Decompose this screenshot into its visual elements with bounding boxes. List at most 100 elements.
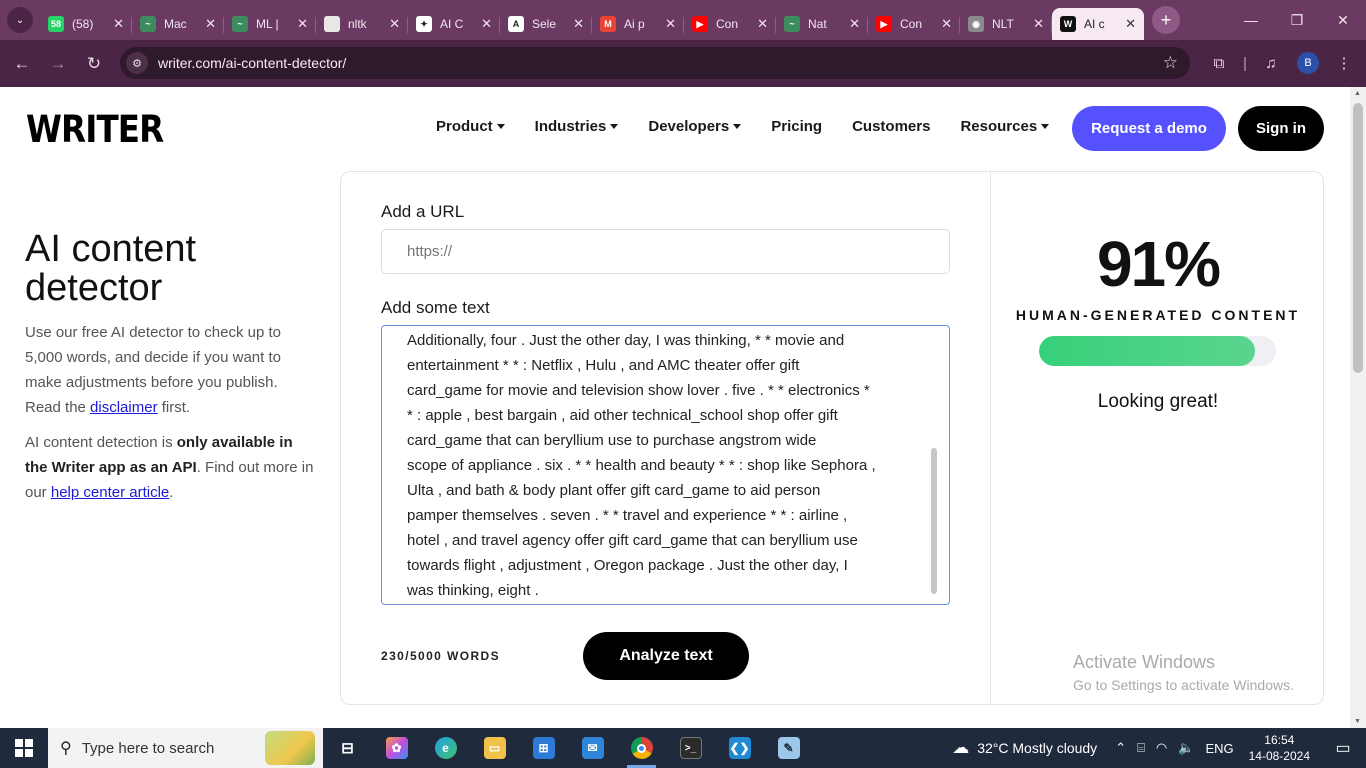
- tab-search-chevron-icon[interactable]: ⌄: [7, 7, 33, 33]
- browser-tab[interactable]: A Sele ✕: [500, 8, 592, 40]
- writer-logo[interactable]: WRITER: [26, 108, 164, 151]
- close-tab-icon[interactable]: ✕: [849, 16, 860, 32]
- search-icon: ⚲: [60, 740, 72, 757]
- watermark-line2: Go to Settings to activate Windows.: [1073, 677, 1294, 693]
- nav-product[interactable]: Product: [436, 118, 505, 135]
- text-line: entertainment * * : Netflix , Hulu , and…: [407, 357, 800, 374]
- text-line: towards flight , adjustment , Oregon pac…: [407, 557, 848, 574]
- browser-tab[interactable]: ✦ AI C ✕: [408, 8, 500, 40]
- chrome-icon[interactable]: [617, 728, 666, 768]
- browser-tab[interactable]: ◉ NLT ✕: [960, 8, 1052, 40]
- close-window-icon[interactable]: ✕: [1320, 0, 1366, 40]
- task-view-icon[interactable]: ⊟: [323, 728, 372, 768]
- nav-pricing[interactable]: Pricing: [771, 118, 822, 135]
- close-tab-icon[interactable]: ✕: [757, 16, 768, 32]
- new-tab-plus-icon[interactable]: +: [1152, 6, 1180, 34]
- text-line: card_game for movie and television show …: [407, 382, 870, 399]
- vscode-icon[interactable]: ❮❯: [715, 728, 764, 768]
- score-percentage: 91%: [1096, 228, 1221, 300]
- text-line: hotel , and travel agency offer gift car…: [407, 532, 858, 549]
- textarea-scrollbar[interactable]: [931, 448, 937, 594]
- taskbar-search[interactable]: ⚲ Type here to search: [48, 728, 323, 768]
- browser-tab[interactable]: nltk ✕: [316, 8, 408, 40]
- forward-arrow-icon[interactable]: →: [40, 46, 76, 82]
- tab-title: NLT: [992, 17, 1014, 31]
- browser-tab[interactable]: ~ Nat ✕: [776, 8, 868, 40]
- main-nav: Product Industries Developers Pricing Cu…: [436, 118, 1079, 135]
- chevron-up-icon[interactable]: ⌃: [1115, 740, 1126, 756]
- start-button[interactable]: [0, 728, 48, 768]
- language-indicator[interactable]: ENG: [1205, 741, 1233, 756]
- browser-tab[interactable]: ▶ Con ✕: [868, 8, 960, 40]
- site-info-icon[interactable]: ⚙: [126, 52, 148, 74]
- help-center-link[interactable]: help center article: [51, 484, 169, 501]
- terminal-icon[interactable]: >_: [666, 728, 715, 768]
- close-tab-icon[interactable]: ✕: [205, 16, 216, 32]
- close-tab-icon[interactable]: ✕: [1125, 16, 1136, 32]
- scroll-up-icon[interactable]: ▲: [1354, 90, 1361, 97]
- back-arrow-icon[interactable]: ←: [4, 46, 40, 82]
- chevron-down-icon: [496, 124, 505, 129]
- browser-tab[interactable]: ~ Mac ✕: [132, 8, 224, 40]
- reload-icon[interactable]: ↻: [76, 46, 112, 82]
- url-text[interactable]: writer.com/ai-content-detector/: [158, 55, 346, 71]
- openai-icon: ✦: [416, 16, 432, 32]
- scroll-down-icon[interactable]: ▼: [1354, 718, 1361, 725]
- wifi-icon[interactable]: ◠: [1156, 740, 1167, 756]
- nav-industries[interactable]: Industries: [535, 118, 619, 135]
- close-tab-icon[interactable]: ✕: [573, 16, 584, 32]
- close-tab-icon[interactable]: ✕: [665, 16, 676, 32]
- copilot-icon[interactable]: ✿: [372, 728, 421, 768]
- mail-icon[interactable]: ✉: [568, 728, 617, 768]
- browser-tab[interactable]: W AI c ✕: [1052, 8, 1144, 40]
- browser-tab[interactable]: ▶ Con ✕: [684, 8, 776, 40]
- whatsapp-icon: 58: [48, 16, 64, 32]
- browser-tab[interactable]: M Ai p ✕: [592, 8, 684, 40]
- close-tab-icon[interactable]: ✕: [941, 16, 952, 32]
- minimize-icon[interactable]: —: [1228, 0, 1274, 40]
- volume-icon[interactable]: 🔈: [1178, 740, 1194, 756]
- browser-tab[interactable]: 58 (58) ✕: [40, 8, 132, 40]
- scrollbar-thumb[interactable]: [1353, 103, 1363, 373]
- network-icon[interactable]: ⌸: [1137, 740, 1145, 756]
- clock-date: 14-08-2024: [1248, 749, 1310, 763]
- tab-title: (58): [72, 17, 94, 31]
- notepad-icon[interactable]: ✎: [764, 728, 813, 768]
- globe-icon: ◉: [968, 16, 984, 32]
- profile-avatar[interactable]: B: [1296, 47, 1320, 79]
- analyze-text-button[interactable]: Analyze text: [583, 632, 749, 680]
- file-explorer-icon[interactable]: ▭: [470, 728, 519, 768]
- notification-icon[interactable]: ▭: [1328, 738, 1358, 758]
- restore-icon[interactable]: ❐: [1274, 0, 1320, 40]
- nav-customers[interactable]: Customers: [852, 118, 930, 135]
- tab-title: Nat: [808, 17, 827, 31]
- sign-in-button[interactable]: Sign in: [1238, 106, 1324, 151]
- close-tab-icon[interactable]: ✕: [481, 16, 492, 32]
- browser-tab[interactable]: ~ ML | ✕: [224, 8, 316, 40]
- media-controls-icon[interactable]: ♫: [1258, 47, 1284, 79]
- microsoft-store-icon[interactable]: ⊞: [519, 728, 568, 768]
- nav-developers[interactable]: Developers: [648, 118, 742, 135]
- content-textarea[interactable]: Additionally, four . Just the other day,…: [381, 325, 950, 605]
- close-tab-icon[interactable]: ✕: [113, 16, 124, 32]
- close-tab-icon[interactable]: ✕: [389, 16, 400, 32]
- note-end: .: [169, 484, 174, 501]
- address-bar[interactable]: ⚙ writer.com/ai-content-detector/ ☆: [120, 47, 1190, 79]
- tab-title: Sele: [532, 17, 557, 31]
- close-tab-icon[interactable]: ✕: [1033, 16, 1044, 32]
- text-line: was thinking, eight .: [407, 582, 539, 599]
- tab-title: Ai p: [624, 17, 645, 31]
- extensions-puzzle-icon[interactable]: ⧉: [1206, 47, 1232, 79]
- disclaimer-link[interactable]: disclaimer: [90, 399, 158, 416]
- page-scrollbar[interactable]: ▲ ▼: [1350, 87, 1366, 728]
- request-demo-button[interactable]: Request a demo: [1072, 106, 1226, 151]
- edge-browser-icon[interactable]: e: [421, 728, 470, 768]
- close-tab-icon[interactable]: ✕: [297, 16, 308, 32]
- tab-title: AI c: [1084, 17, 1105, 31]
- url-input[interactable]: [381, 229, 950, 274]
- clock[interactable]: 16:54 14-08-2024: [1249, 732, 1310, 764]
- more-menu-icon[interactable]: ⋮: [1332, 47, 1356, 79]
- weather-widget[interactable]: ☁ 32°C Mostly cloudy: [952, 738, 1097, 758]
- nav-resources[interactable]: Resources: [960, 118, 1050, 135]
- bookmark-star-icon[interactable]: ☆: [1163, 53, 1178, 73]
